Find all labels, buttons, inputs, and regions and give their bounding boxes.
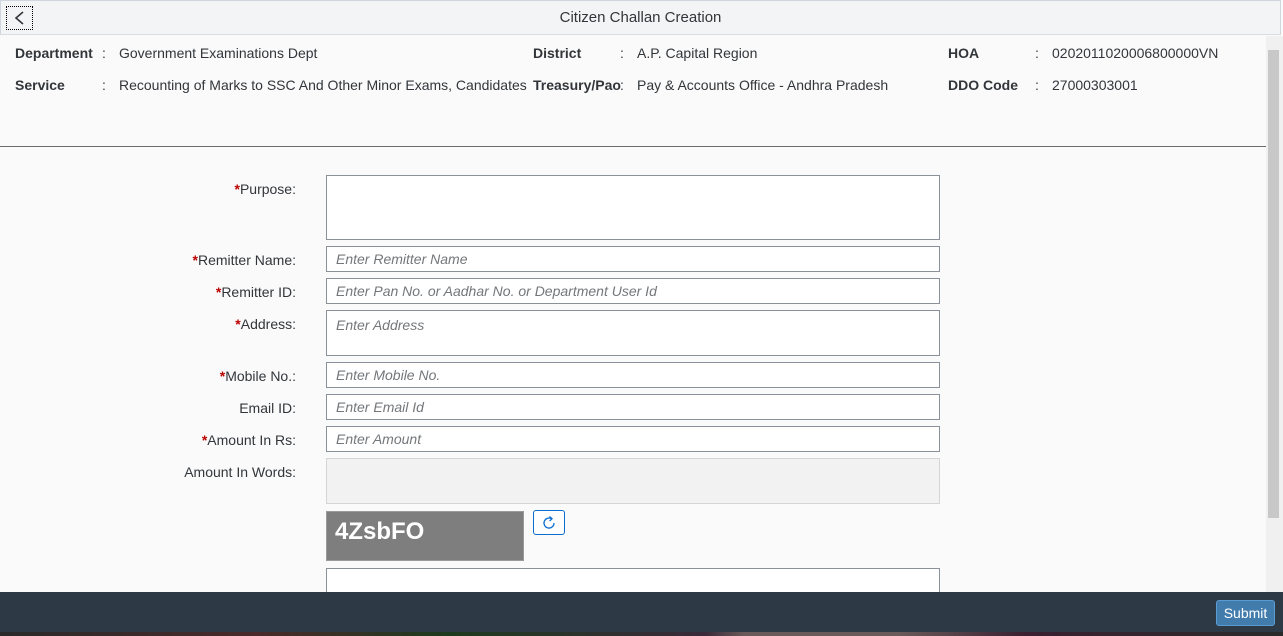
captcha-refresh-button[interactable] — [533, 510, 565, 535]
submit-button[interactable]: Submit — [1216, 600, 1275, 626]
service-colon: : — [102, 77, 106, 93]
footer-background-strip — [0, 632, 1283, 636]
ddo-code-value: 27000303001 — [1052, 77, 1138, 93]
ddo-code-label: DDO Code — [948, 77, 1018, 93]
address-input[interactable] — [326, 310, 940, 356]
page-title: Citizen Challan Creation — [559, 9, 722, 26]
treasury-label: Treasury/Pao — [533, 77, 621, 93]
remitter-name-label: *Remitter Name: — [192, 252, 296, 268]
ddo-code-colon: : — [1035, 77, 1039, 93]
department-label: Department — [15, 45, 93, 61]
challan-info-header: Department : Government Examinations Dep… — [0, 36, 1266, 147]
treasury-value: Pay & Accounts Office - Andhra Pradesh — [637, 77, 889, 93]
amount-words-field — [326, 458, 940, 504]
amount-label: *Amount In Rs: — [201, 432, 296, 448]
hoa-label: HOA — [948, 45, 980, 61]
amount-input[interactable] — [326, 426, 940, 452]
service-value: Recounting of Marks to SSC And Other Min… — [119, 77, 527, 93]
service-label: Service — [15, 77, 65, 93]
app: Citizen Challan Creation Department : Go… — [0, 0, 1283, 636]
department-value: Government Examinations Dept — [119, 45, 318, 61]
email-label: Email ID: — [239, 400, 296, 416]
purpose-label: *Purpose: — [234, 181, 297, 197]
amount-words-label: Amount In Words: — [184, 464, 296, 480]
hoa-value: 0202011020006800000VN — [1052, 45, 1219, 61]
district-label: District — [533, 45, 582, 61]
district-colon: : — [620, 45, 624, 61]
challan-form: *Purpose: *Remitter Name: *Remitter ID: … — [0, 147, 1266, 598]
scrollbar-thumb[interactable] — [1268, 50, 1279, 518]
purpose-input[interactable] — [326, 175, 940, 240]
remitter-id-label: *Remitter ID: — [215, 284, 296, 300]
department-colon: : — [102, 45, 106, 61]
district-value: A.P. Capital Region — [637, 45, 758, 61]
treasury-colon: : — [620, 77, 624, 93]
mobile-input[interactable] — [326, 362, 940, 388]
refresh-icon — [543, 515, 555, 529]
email-input[interactable] — [326, 394, 940, 420]
footer-toolbar — [0, 592, 1283, 636]
page-scrollbar[interactable] — [1266, 36, 1283, 592]
mobile-label: *Mobile No.: — [219, 368, 296, 384]
remitter-id-input[interactable] — [326, 278, 940, 304]
address-label: *Address: — [235, 316, 296, 332]
hoa-colon: : — [1035, 45, 1039, 61]
captcha-image: 4ZsbFO — [326, 511, 524, 561]
title-bar: Citizen Challan Creation — [0, 0, 1281, 35]
remitter-name-input[interactable] — [326, 246, 940, 272]
